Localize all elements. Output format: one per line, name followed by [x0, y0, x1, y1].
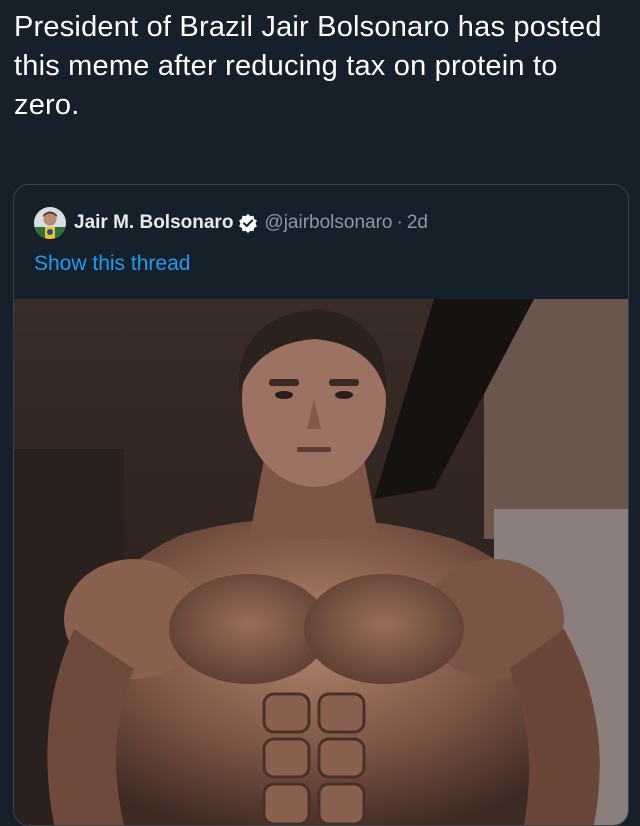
- verified-badge-icon: [238, 213, 258, 233]
- post-caption: President of Brazil Jair Bolsonaro has p…: [14, 11, 602, 121]
- user-handle[interactable]: @jairbolsonaro: [264, 212, 392, 234]
- show-thread-link[interactable]: Show this thread: [34, 252, 190, 276]
- tweet-timestamp[interactable]: 2d: [407, 212, 428, 234]
- display-name[interactable]: Jair M. Bolsonaro: [74, 212, 233, 234]
- profile-avatar-icon[interactable]: [34, 207, 66, 239]
- separator-dot: ·: [396, 212, 403, 233]
- bodybuilder-meme-photo[interactable]: [14, 299, 628, 825]
- quoted-tweet-card[interactable]: Jair M. Bolsonaro @jairbolsonaro · 2d Sh…: [13, 184, 629, 826]
- quoted-tweet-header: Jair M. Bolsonaro @jairbolsonaro · 2d: [34, 207, 428, 239]
